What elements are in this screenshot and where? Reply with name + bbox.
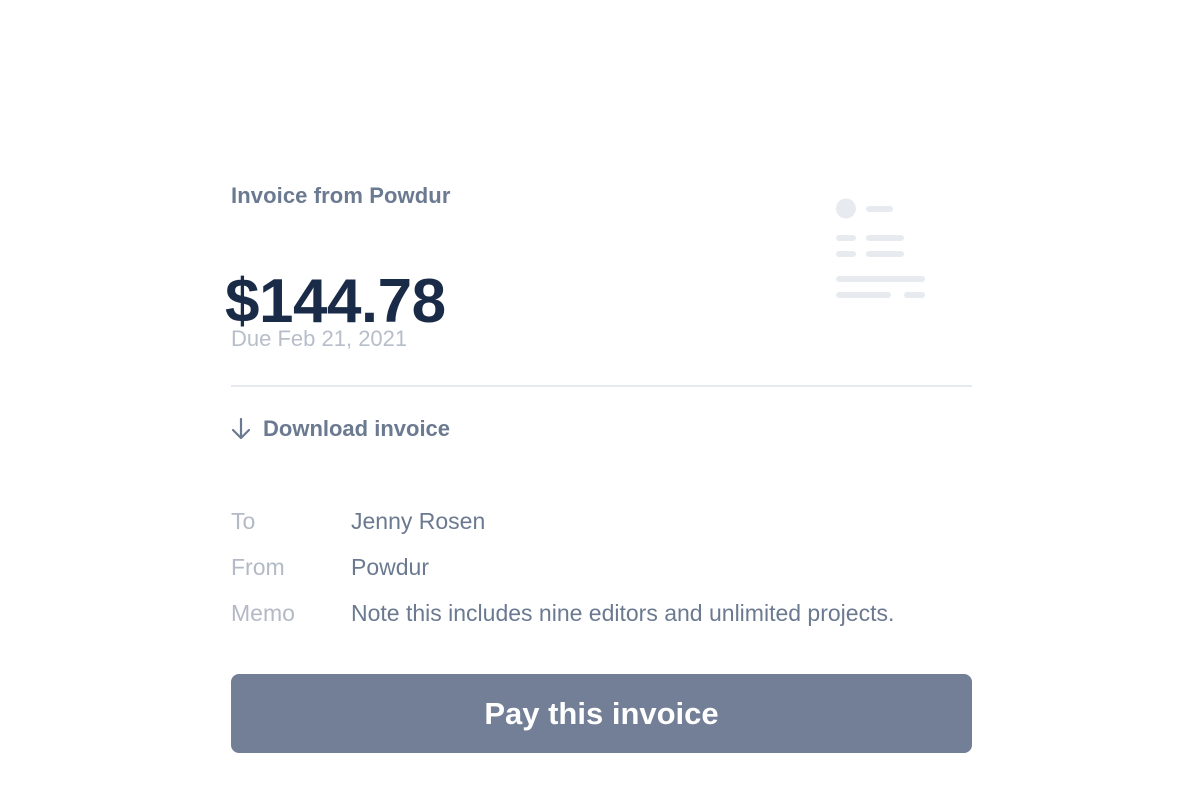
detail-row-from: From Powdur bbox=[231, 544, 972, 590]
detail-value: Jenny Rosen bbox=[351, 507, 486, 534]
detail-value: Powdur bbox=[351, 553, 429, 580]
detail-label: From bbox=[231, 553, 285, 580]
invoice-amount: $144.78 bbox=[225, 267, 446, 336]
invoice-card: Invoice from Powdur $144.78 Due Feb 21, … bbox=[225, 0, 972, 802]
invoice-details: To Jenny Rosen From Powdur Memo Note thi… bbox=[231, 498, 972, 636]
detail-row-to: To Jenny Rosen bbox=[231, 498, 972, 544]
detail-row-memo: Memo Note this includes nine editors and… bbox=[231, 590, 972, 636]
invoice-title: Invoice from Powdur bbox=[231, 183, 451, 208]
due-date: Due Feb 21, 2021 bbox=[231, 326, 408, 351]
detail-label: To bbox=[231, 507, 256, 534]
download-invoice-link[interactable]: Download invoice bbox=[231, 416, 450, 442]
arrow-down-icon bbox=[231, 417, 251, 440]
download-invoice-label: Download invoice bbox=[263, 416, 451, 441]
divider bbox=[231, 385, 972, 387]
document-illustration-icon bbox=[836, 198, 925, 298]
detail-label: Memo bbox=[231, 599, 295, 626]
pay-invoice-button[interactable]: Pay this invoice bbox=[231, 674, 972, 753]
detail-value: Note this includes nine editors and unli… bbox=[351, 599, 895, 626]
